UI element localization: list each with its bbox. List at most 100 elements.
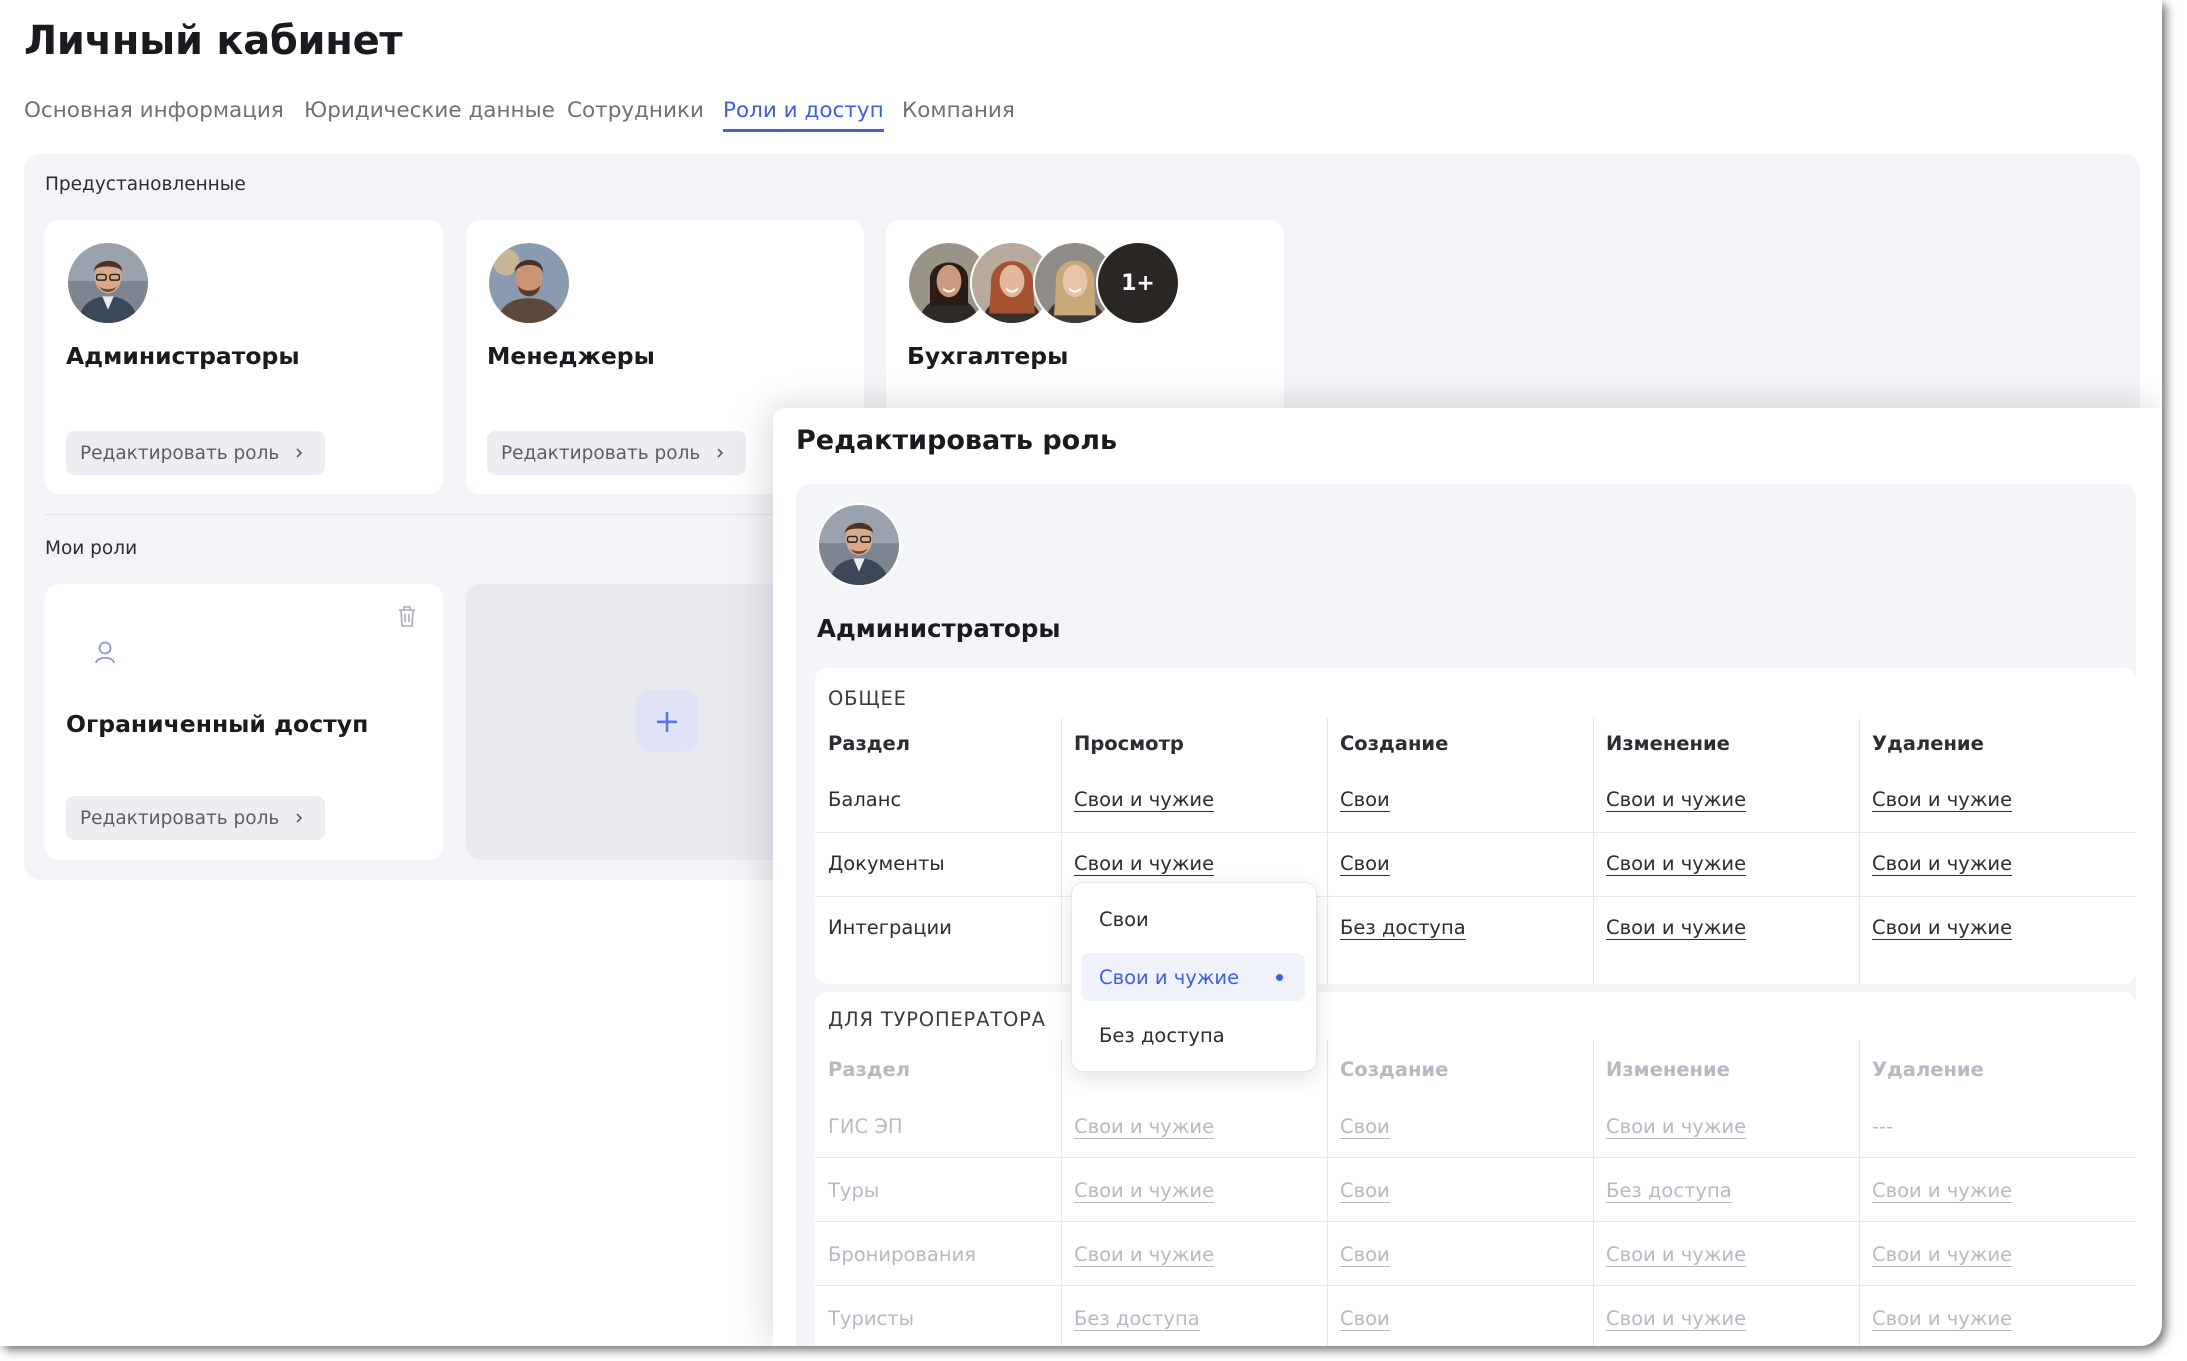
avatar [487, 241, 571, 325]
trash-icon[interactable] [396, 604, 418, 628]
selected-dot-icon [1276, 974, 1283, 981]
permission-select[interactable]: Свои и чужие [1606, 1243, 1746, 1266]
permission-select[interactable]: Свои и чужие [1872, 916, 2012, 939]
column-header-delete: Удаление [1872, 1058, 1984, 1081]
permission-select[interactable]: Свои и чужие [1606, 852, 1746, 875]
permission-select[interactable]: Свои и чужие [1872, 1243, 2012, 1266]
role-title: Ограниченный доступ [66, 710, 369, 738]
column-divider [1327, 718, 1328, 984]
tour-operator-permissions-block: ДЛЯ ТУРОПЕРАТОРА Раздел Создание Изменен… [815, 992, 2136, 1346]
permission-select[interactable]: Свои [1340, 1307, 1390, 1330]
edit-role-button[interactable]: Редактировать роль [66, 796, 326, 840]
row-name: ГИС ЭП [828, 1115, 903, 1138]
role-name: Администраторы [817, 614, 1061, 643]
permission-select[interactable]: Свои и чужие [1872, 852, 2012, 875]
permission-select[interactable]: Свои [1340, 788, 1390, 811]
permission-select[interactable]: Свои и чужие [1074, 1179, 1214, 1202]
column-header-edit: Изменение [1606, 732, 1730, 755]
permission-select[interactable]: Свои и чужие [1606, 788, 1746, 811]
more-members-badge[interactable]: 1+ [1096, 241, 1180, 325]
permission-dropdown: Свои Свои и чужие Без доступа [1071, 882, 1317, 1072]
role-title: Менеджеры [487, 342, 655, 370]
section-divider [45, 514, 805, 515]
chevron-right-icon [717, 448, 724, 458]
option-label: Без доступа [1099, 1023, 1225, 1047]
column-header-edit: Изменение [1606, 1058, 1730, 1081]
role-title: Бухгалтеры [907, 342, 1069, 370]
row-divider [815, 1285, 2136, 1286]
column-header-section: Раздел [828, 1058, 911, 1081]
column-divider [1327, 1040, 1328, 1346]
permission-select[interactable]: Без доступа [1340, 916, 1466, 939]
row-name: Туры [828, 1179, 880, 1202]
tab-basic-info[interactable]: Основная информация [24, 98, 284, 129]
row-name: Интеграции [828, 916, 952, 939]
option-label: Свои и чужие [1099, 965, 1240, 989]
chevron-right-icon [296, 813, 303, 823]
permission-select[interactable]: Свои и чужие [1606, 1307, 1746, 1330]
general-permissions-block: ОБЩЕЕ Раздел Просмотр Создание Изменение… [815, 668, 2136, 984]
tab-legal-data[interactable]: Юридические данные [304, 98, 555, 129]
dropdown-option-own[interactable]: Свои [1081, 895, 1305, 943]
dropdown-option-no-access[interactable]: Без доступа [1081, 1011, 1305, 1059]
avatar [66, 241, 150, 325]
dropdown-option-own-and-others[interactable]: Свои и чужие [1081, 953, 1305, 1001]
permission-select[interactable]: Свои и чужие [1074, 1115, 1214, 1138]
preset-section-label: Предустановленные [45, 174, 246, 195]
permission-select[interactable]: Свои и чужие [1074, 1243, 1214, 1266]
drawer-body: Администраторы ОБЩЕЕ Раздел Просмотр Соз… [796, 484, 2136, 1346]
column-header-section: Раздел [828, 732, 911, 755]
app-window: Личный кабинет Основная информация Юриди… [0, 0, 2162, 1346]
edit-role-label: Редактировать роль [501, 442, 701, 464]
row-divider [815, 896, 2136, 897]
edit-role-button[interactable]: Редактировать роль [487, 431, 747, 475]
permission-select[interactable]: Без доступа [1074, 1307, 1200, 1330]
tab-employees[interactable]: Сотрудники [567, 98, 704, 129]
column-header-create: Создание [1340, 732, 1449, 755]
permission-select[interactable]: Без доступа [1606, 1179, 1732, 1202]
row-name: Документы [828, 852, 945, 875]
column-header-delete: Удаление [1872, 732, 1984, 755]
permission-select[interactable]: Свои и чужие [1872, 1179, 2012, 1202]
permission-select[interactable]: Свои [1340, 1115, 1390, 1138]
my-roles-section-label: Мои роли [45, 538, 138, 559]
row-name: Бронирования [828, 1243, 977, 1266]
permission-select[interactable]: Свои и чужие [1872, 1307, 2012, 1330]
column-divider [1061, 718, 1062, 984]
column-divider [1859, 718, 1860, 984]
column-header-view: Просмотр [1074, 732, 1184, 755]
tab-roles-access[interactable]: Роли и доступ [723, 98, 884, 132]
permission-select[interactable]: Свои и чужие [1606, 1115, 1746, 1138]
permission-select[interactable]: Свои и чужие [1074, 852, 1214, 875]
edit-role-button[interactable]: Редактировать роль [66, 431, 326, 475]
permission-select[interactable]: Свои и чужие [1074, 788, 1214, 811]
permission-select[interactable]: Свои [1340, 852, 1390, 875]
general-heading: ОБЩЕЕ [828, 687, 907, 710]
permission-select[interactable]: Свои [1340, 1179, 1390, 1202]
column-divider [1061, 1040, 1062, 1346]
edit-role-drawer: Редактировать роль Администраторы ОБЩЕЕ … [773, 408, 2162, 1346]
tour-operator-heading: ДЛЯ ТУРОПЕРАТОРА [828, 1008, 1046, 1031]
edit-role-label: Редактировать роль [80, 807, 280, 829]
permission-select[interactable]: Свои и чужие [1872, 788, 2012, 811]
column-divider [1859, 1040, 1860, 1346]
row-name: Баланс [828, 788, 902, 811]
role-card-administrators: Администраторы Редактировать роль [45, 220, 443, 494]
tab-company[interactable]: Компания [902, 98, 1015, 129]
edit-role-label: Редактировать роль [80, 442, 280, 464]
role-title: Администраторы [66, 342, 300, 370]
add-role-button[interactable]: + [636, 690, 698, 752]
more-members-count: 1+ [1121, 270, 1155, 296]
row-divider [815, 832, 2136, 833]
option-label: Свои [1099, 907, 1149, 931]
chevron-right-icon [296, 448, 303, 458]
page-title: Личный кабинет [24, 18, 403, 64]
drawer-title: Редактировать роль [796, 425, 1118, 456]
plus-icon: + [653, 702, 681, 740]
role-avatar [817, 503, 901, 587]
row-divider [815, 1157, 2136, 1158]
row-name: Туристы [828, 1307, 914, 1330]
permission-select[interactable]: Свои [1340, 1243, 1390, 1266]
user-icon [95, 641, 115, 664]
permission-select[interactable]: Свои и чужие [1606, 916, 1746, 939]
